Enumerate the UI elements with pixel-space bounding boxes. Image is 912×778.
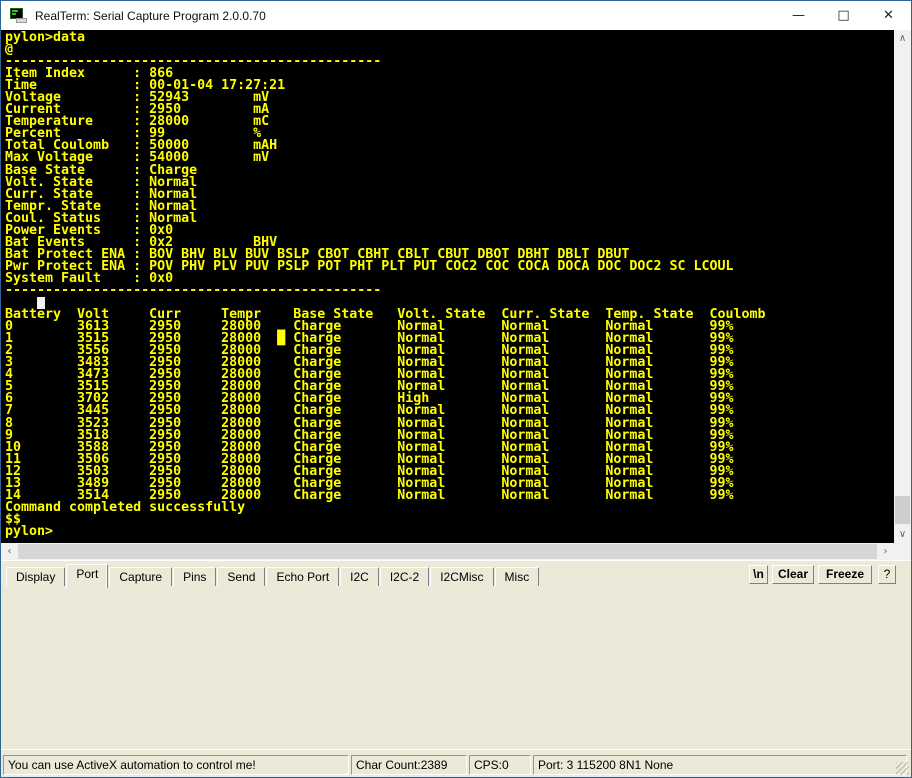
clear-button[interactable]: Clear bbox=[772, 565, 814, 584]
maximize-button[interactable]: □ bbox=[821, 1, 866, 30]
terminal-cursor bbox=[37, 297, 45, 309]
statusbar-cps: CPS:0 bbox=[469, 755, 531, 775]
close-button[interactable]: ✕ bbox=[866, 1, 911, 30]
tab-misc[interactable]: Misc bbox=[495, 567, 540, 587]
tab-i2c-2[interactable]: I2C-2 bbox=[380, 567, 429, 587]
vertical-scrollbar[interactable]: ∧ ∨ bbox=[894, 30, 911, 543]
terminal-display[interactable]: pylon>data @ ---------------------------… bbox=[1, 30, 894, 543]
vertical-scrollbar-thumb[interactable] bbox=[895, 496, 910, 524]
newline-button[interactable]: \n bbox=[749, 565, 768, 584]
scroll-up-icon[interactable]: ∧ bbox=[894, 30, 911, 47]
realterm-window: RealTerm: Serial Capture Program 2.0.0.7… bbox=[0, 0, 912, 778]
tab-send[interactable]: Send bbox=[217, 567, 265, 587]
window-title: RealTerm: Serial Capture Program 2.0.0.7… bbox=[35, 9, 266, 23]
tab-port[interactable]: Port bbox=[66, 564, 108, 588]
statusbar: You can use ActiveX automation to contro… bbox=[1, 752, 911, 778]
horizontal-scrollbar[interactable]: ‹ › bbox=[1, 543, 894, 560]
titlebar[interactable]: RealTerm: Serial Capture Program 2.0.0.7… bbox=[1, 1, 911, 30]
statusbar-port-info: Port: 3 115200 8N1 None bbox=[533, 755, 907, 775]
resize-grip[interactable] bbox=[896, 762, 909, 775]
statusbar-char-count: Char Count:2389 bbox=[351, 755, 467, 775]
tab-display[interactable]: Display bbox=[6, 567, 65, 587]
horizontal-scrollbar-thumb[interactable] bbox=[18, 544, 877, 559]
statusbar-message: You can use ActiveX automation to contro… bbox=[3, 755, 349, 775]
tab-echo-port[interactable]: Echo Port bbox=[266, 567, 339, 587]
scroll-right-icon[interactable]: › bbox=[877, 543, 894, 560]
tab-i2c[interactable]: I2C bbox=[340, 567, 379, 587]
port-tab-panel: Baud 115200 ▼ Port 3 ▼ Open Spy ✔Change … bbox=[1, 586, 911, 749]
minimize-button[interactable]: — bbox=[776, 1, 821, 30]
scroll-down-icon[interactable]: ∨ bbox=[894, 526, 911, 543]
tab-strip: DisplayPortCapturePinsSendEcho PortI2CI2… bbox=[6, 564, 540, 587]
scrollbar-corner bbox=[894, 543, 911, 560]
tab-bar: DisplayPortCapturePinsSendEcho PortI2CI2… bbox=[1, 560, 911, 587]
scroll-left-icon[interactable]: ‹ bbox=[1, 543, 18, 560]
terminal-output: pylon>data @ ---------------------------… bbox=[1, 30, 894, 538]
help-button[interactable]: ? bbox=[878, 565, 896, 584]
tab-pins[interactable]: Pins bbox=[173, 567, 216, 587]
freeze-button[interactable]: Freeze bbox=[818, 565, 872, 584]
tab-capture[interactable]: Capture bbox=[109, 567, 172, 587]
tab-i2cmisc[interactable]: I2CMisc bbox=[430, 567, 493, 587]
app-icon bbox=[10, 7, 27, 24]
